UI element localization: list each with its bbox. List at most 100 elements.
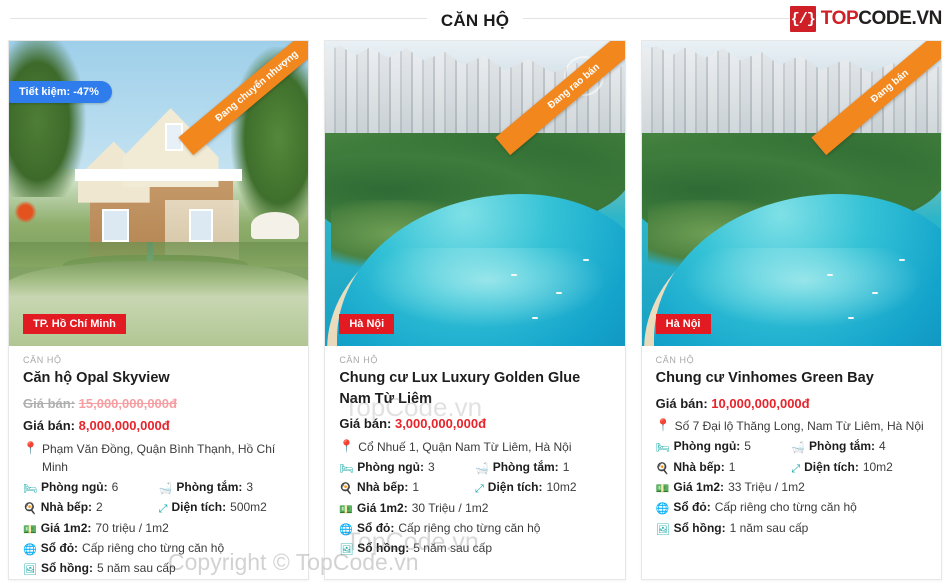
card-image[interactable]: Đang bán Hà Nội [641, 41, 941, 346]
location-pin-icon: 📍 [655, 418, 671, 433]
spec-bedrooms: 🛏 Phòng ngủ: 3 [339, 458, 475, 477]
spec-bathrooms-label: Phòng tắm: [809, 439, 876, 454]
spec-grid: 🛏 Phòng ngủ: 5 🛁 Phòng tắm: 4 🍳 Nhà bếp:… [656, 437, 927, 538]
spec-bedrooms-label: Phòng ngủ: [40, 479, 108, 494]
bathtub-icon: 🛁 [474, 462, 489, 475]
spec-price-per-m2-label: Giá 1m2: [673, 480, 725, 494]
address-value: Số 7 Đại lộ Thăng Long, Nam Từ Liêm, Hà … [674, 419, 924, 434]
card-title[interactable]: Chung cư Lux Luxury Golden Glue Nam Từ L… [339, 368, 610, 409]
spec-bathrooms-label: Phòng tắm: [492, 459, 559, 474]
card-category-label: CĂN HỘ [655, 355, 695, 365]
card-title[interactable]: Căn hộ Opal Skyview [23, 368, 294, 389]
spec-bathrooms-value: 1 [562, 459, 570, 474]
spec-area-value: 10m2 [862, 459, 893, 474]
bed-icon: 🛏 [655, 442, 670, 455]
spec-pink-book: 🖼 Sổ hồng: 5 năm sau cấp [23, 559, 294, 578]
location-pin-icon: 📍 [339, 438, 355, 453]
spec-bathrooms: 🛁 Phòng tắm: 3 [159, 478, 295, 497]
apartment-card[interactable]: Đang chuyển nhượng Tiết kiệm: -47% TP. H… [8, 40, 310, 580]
price-value: 10,000,000,000đ [711, 395, 810, 411]
spec-bedrooms: 🛏 Phòng ngủ: 5 [656, 437, 792, 456]
spec-pink-book-value: 5 năm sau cấp [96, 561, 176, 576]
spec-pink-book: 🖼 Sổ hồng: 5 năm sau cấp [339, 539, 610, 558]
globe-icon: 🌐 [655, 503, 670, 516]
spec-kitchen-label: Nhà bếp: [673, 459, 725, 474]
spec-bathrooms-value: 3 [246, 479, 254, 494]
bathtub-icon: 🛁 [791, 442, 806, 455]
card-image[interactable]: Đang rao bán Hà Nội [325, 41, 625, 346]
address-row: 📍 Cổ Nhuế 1, Quận Nam Từ Liêm, Hà Nội [339, 438, 610, 456]
spec-price-per-m2: 💵 Giá 1m2: 33 Triệu / 1m2 [656, 478, 927, 497]
price-row: Giá bán: 3,000,000,000đ [339, 415, 610, 433]
card-category-label: CĂN HỘ [339, 355, 378, 365]
spec-bedrooms-value: 3 [427, 459, 435, 474]
spec-bathrooms-value: 4 [879, 439, 886, 454]
page-title: CĂN HỘ [426, 11, 524, 29]
banknote-icon: 💵 [23, 523, 37, 536]
spec-area: ⤢ Diện tích: 10m2 [791, 458, 927, 477]
spec-bathrooms: 🛁 Phòng tắm: 4 [791, 437, 927, 456]
page-header: CĂN HỘ {/} TOPCODE.VN [0, 0, 950, 40]
spec-area-value: 10m2 [546, 480, 577, 495]
spec-kitchen-label: Nhà bếp: [357, 480, 409, 495]
spec-area-label: Diện tích: [171, 500, 227, 515]
card-category-label: CĂN HỘ [23, 355, 62, 365]
spec-red-book-label: Sổ đỏ: [357, 521, 395, 536]
spec-area-value: 500m2 [230, 500, 267, 515]
address-value: Cổ Nhuế 1, Quận Nam Từ Liêm, Hà Nội [358, 439, 572, 454]
spec-grid: 🛏 Phòng ngủ: 6 🛁 Phòng tắm: 3 🍳 Nhà bếp:… [23, 478, 294, 579]
original-price-row: Giá bán: 15,000,000,000đ [23, 395, 294, 413]
globe-icon: 🌐 [23, 543, 37, 556]
spec-bedrooms-label: Phòng ngủ: [673, 439, 741, 454]
brand-logo[interactable]: {/} TOPCODE.VN [789, 6, 943, 32]
card-body: CĂN HỘ Căn hộ Opal Skyview Giá bán: 15,0… [9, 346, 308, 584]
spec-kitchen-value: 1 [728, 459, 736, 474]
spec-kitchen-label: Nhà bếp: [40, 500, 93, 515]
savings-badge: Tiết kiệm: -47% [9, 81, 112, 103]
bed-icon: 🛏 [339, 462, 354, 475]
card-image[interactable]: Đang chuyển nhượng Tiết kiệm: -47% TP. H… [9, 41, 309, 346]
header-divider-right [508, 18, 792, 19]
price-label: Giá bán: [655, 395, 708, 411]
card-title[interactable]: Chung cư Vinhomes Green Bay [656, 368, 927, 389]
brand-wordmark-top: TOP [820, 8, 859, 29]
city-tag: Hà Nội [339, 314, 395, 334]
bed-icon: 🛏 [23, 482, 37, 495]
brand-wordmark: TOPCODE.VN [820, 8, 943, 30]
globe-icon: 🌐 [339, 524, 354, 537]
bathtub-icon: 🛁 [158, 482, 173, 495]
spec-price-per-m2-value: 70 triệu / 1m2 [95, 520, 169, 535]
spec-red-book-value: Cấp riêng cho từng căn hộ [398, 521, 541, 536]
spec-pink-book-label: Sổ hồng: [357, 541, 410, 556]
address-value: Phạm Văn Đồng, Quận Bình Thạnh, Hồ Chí M… [41, 441, 276, 474]
spec-red-book-label: Sổ đỏ: [40, 540, 79, 555]
apartment-card[interactable]: Đang bán Hà Nội CĂN HỘ Chung cư Vinhomes… [640, 40, 942, 580]
spec-price-per-m2-value: 30 Triệu / 1m2 [411, 500, 489, 515]
spec-kitchen-value: 2 [96, 500, 103, 515]
spec-kitchen-value: 1 [412, 480, 420, 495]
original-price-value: 15,000,000,000đ [78, 395, 177, 411]
kitchen-icon: 🍳 [655, 462, 670, 475]
spec-pink-book: 🖼 Sổ hồng: 1 năm sau cấp [656, 519, 927, 538]
spec-red-book: 🌐 Sổ đỏ: Cấp riêng cho từng căn hộ [23, 539, 294, 558]
price-value: 8,000,000,000đ [78, 418, 170, 434]
price-row: Giá bán: 8,000,000,000đ [23, 417, 294, 435]
banknote-icon: 💵 [339, 503, 354, 516]
spec-pink-book-value: 5 năm sau cấp [413, 541, 492, 556]
location-pin-icon: 📍 [23, 440, 38, 455]
apartment-card-grid: Đang chuyển nhượng Tiết kiệm: -47% TP. H… [0, 40, 950, 580]
price-row: Giá bán: 10,000,000,000đ [656, 395, 927, 413]
price-label: Giá bán: [23, 418, 76, 434]
spec-bedrooms-label: Phòng ngủ: [357, 459, 424, 474]
spec-kitchen: 🍳 Nhà bếp: 1 [656, 458, 792, 477]
kitchen-icon: 🍳 [339, 483, 354, 496]
spec-bathrooms-label: Phòng tắm: [176, 479, 243, 494]
apartment-card[interactable]: Đang rao bán Hà Nội TopCode.vn TopCode.v… [324, 40, 626, 580]
spec-bathrooms: 🛁 Phòng tắm: 1 [475, 458, 611, 477]
certificate-icon: 🖼 [655, 523, 670, 536]
kitchen-icon: 🍳 [23, 503, 37, 516]
spec-bedrooms-value: 6 [111, 479, 119, 494]
code-brackets-icon: {/} [789, 6, 816, 32]
price-label: Giá bán: [339, 416, 392, 432]
spec-area: ⤢ Diện tích: 500m2 [159, 498, 295, 517]
